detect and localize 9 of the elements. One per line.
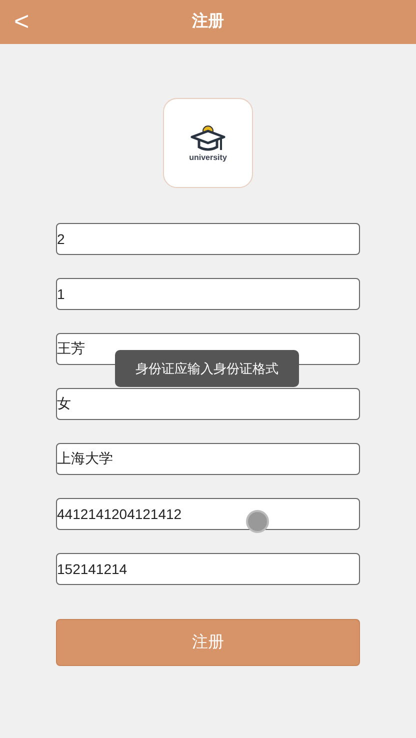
text-field[interactable]: 152141214 [56,553,360,585]
page-title: 注册 [192,11,224,32]
text-field[interactable]: 1 [56,278,360,310]
text-field[interactable]: 上海大学 [56,443,360,475]
text-field[interactable]: 2 [56,223,360,255]
text-field[interactable]: 女 [56,388,360,420]
logo-caption: university [189,154,227,162]
text-field[interactable]: 4412141204121412 [56,498,360,530]
validation-toast: 身份证应输入身份证格式 [115,350,299,387]
